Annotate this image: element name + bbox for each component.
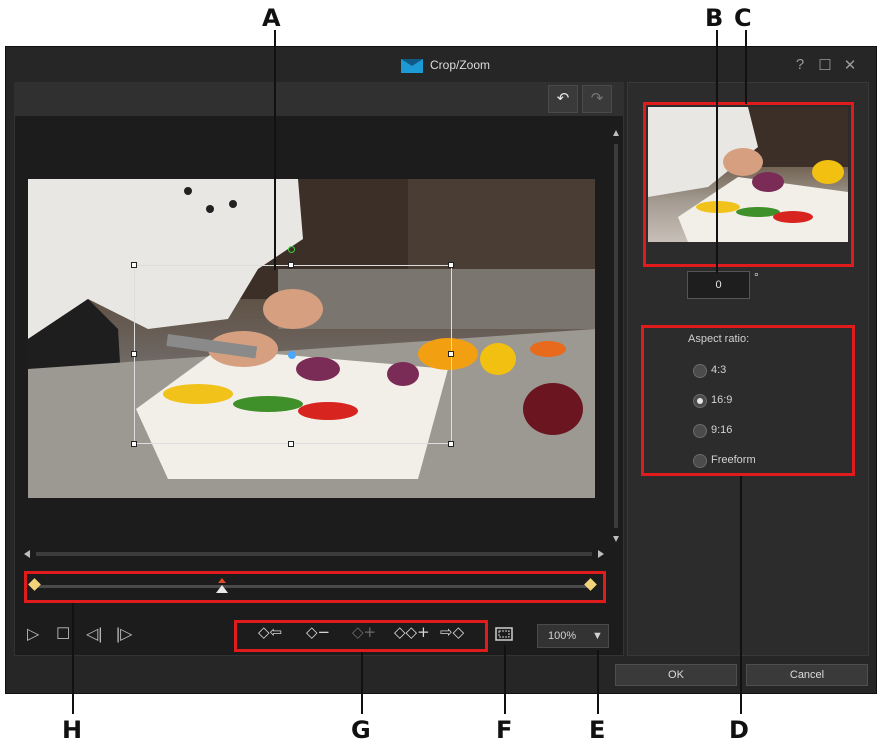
leader-line-b [716, 30, 718, 273]
callout-g: G [351, 716, 371, 744]
leader-line-a [274, 30, 276, 270]
window-title: Crop/Zoom [430, 58, 491, 72]
maximize-icon[interactable]: ☐ [816, 56, 834, 74]
chevron-down-icon: ▼ [592, 630, 603, 642]
ok-button[interactable]: OK [615, 664, 737, 686]
leader-line-e [597, 650, 599, 714]
callout-h: H [62, 716, 83, 744]
close-icon[interactable]: ✕ [841, 56, 859, 74]
degree-symbol: ° [754, 270, 759, 284]
zoom-value: 100% [548, 630, 577, 642]
leader-line-f [504, 645, 506, 714]
callout-a: A [262, 4, 281, 32]
rotation-input[interactable]: 0 [687, 271, 750, 299]
crop-handle-bottom-right[interactable] [448, 441, 454, 447]
leader-line-g [361, 652, 363, 714]
callout-d: D [729, 716, 749, 744]
redo-button[interactable]: ↷ [582, 85, 612, 113]
crop-handle-bottom[interactable] [288, 441, 294, 447]
horizontal-scrollbar[interactable] [24, 549, 604, 559]
editor-toolbar [14, 82, 624, 116]
callout-box-d [641, 325, 855, 476]
leader-line-h [72, 603, 74, 714]
crop-handle-right[interactable] [448, 351, 454, 357]
undo-button[interactable]: ↶ [548, 85, 578, 113]
play-button[interactable]: ▷ [27, 624, 39, 644]
callout-b: B [705, 4, 724, 32]
crop-handle-bottom-left[interactable] [131, 441, 137, 447]
leader-line-d [740, 476, 742, 714]
safe-zone-icon[interactable] [495, 627, 513, 641]
crop-handle-top[interactable] [288, 262, 294, 268]
stop-button[interactable]: ☐ [56, 624, 70, 644]
callout-f: F [496, 716, 513, 744]
crop-handle-top-right[interactable] [448, 262, 454, 268]
next-frame-button[interactable]: |▷ [116, 624, 132, 644]
rotate-handle[interactable] [288, 246, 295, 253]
crop-handle-top-left[interactable] [131, 262, 137, 268]
callout-box-g [234, 620, 488, 652]
crop-handle-left[interactable] [131, 351, 137, 357]
cancel-button[interactable]: Cancel [746, 664, 868, 686]
callout-box-h [24, 571, 606, 603]
previous-frame-button[interactable]: ◁| [86, 624, 102, 644]
crop-center-point[interactable] [288, 351, 296, 359]
app-logo-icon [401, 59, 423, 73]
zoom-dropdown[interactable]: 100% ▼ [537, 624, 609, 648]
callout-c: C [734, 4, 752, 32]
callout-box-c [643, 102, 854, 267]
leader-line-c [745, 30, 747, 104]
help-icon[interactable]: ? [791, 56, 809, 73]
callout-e: E [589, 716, 606, 744]
vertical-scrollbar[interactable] [610, 128, 622, 544]
